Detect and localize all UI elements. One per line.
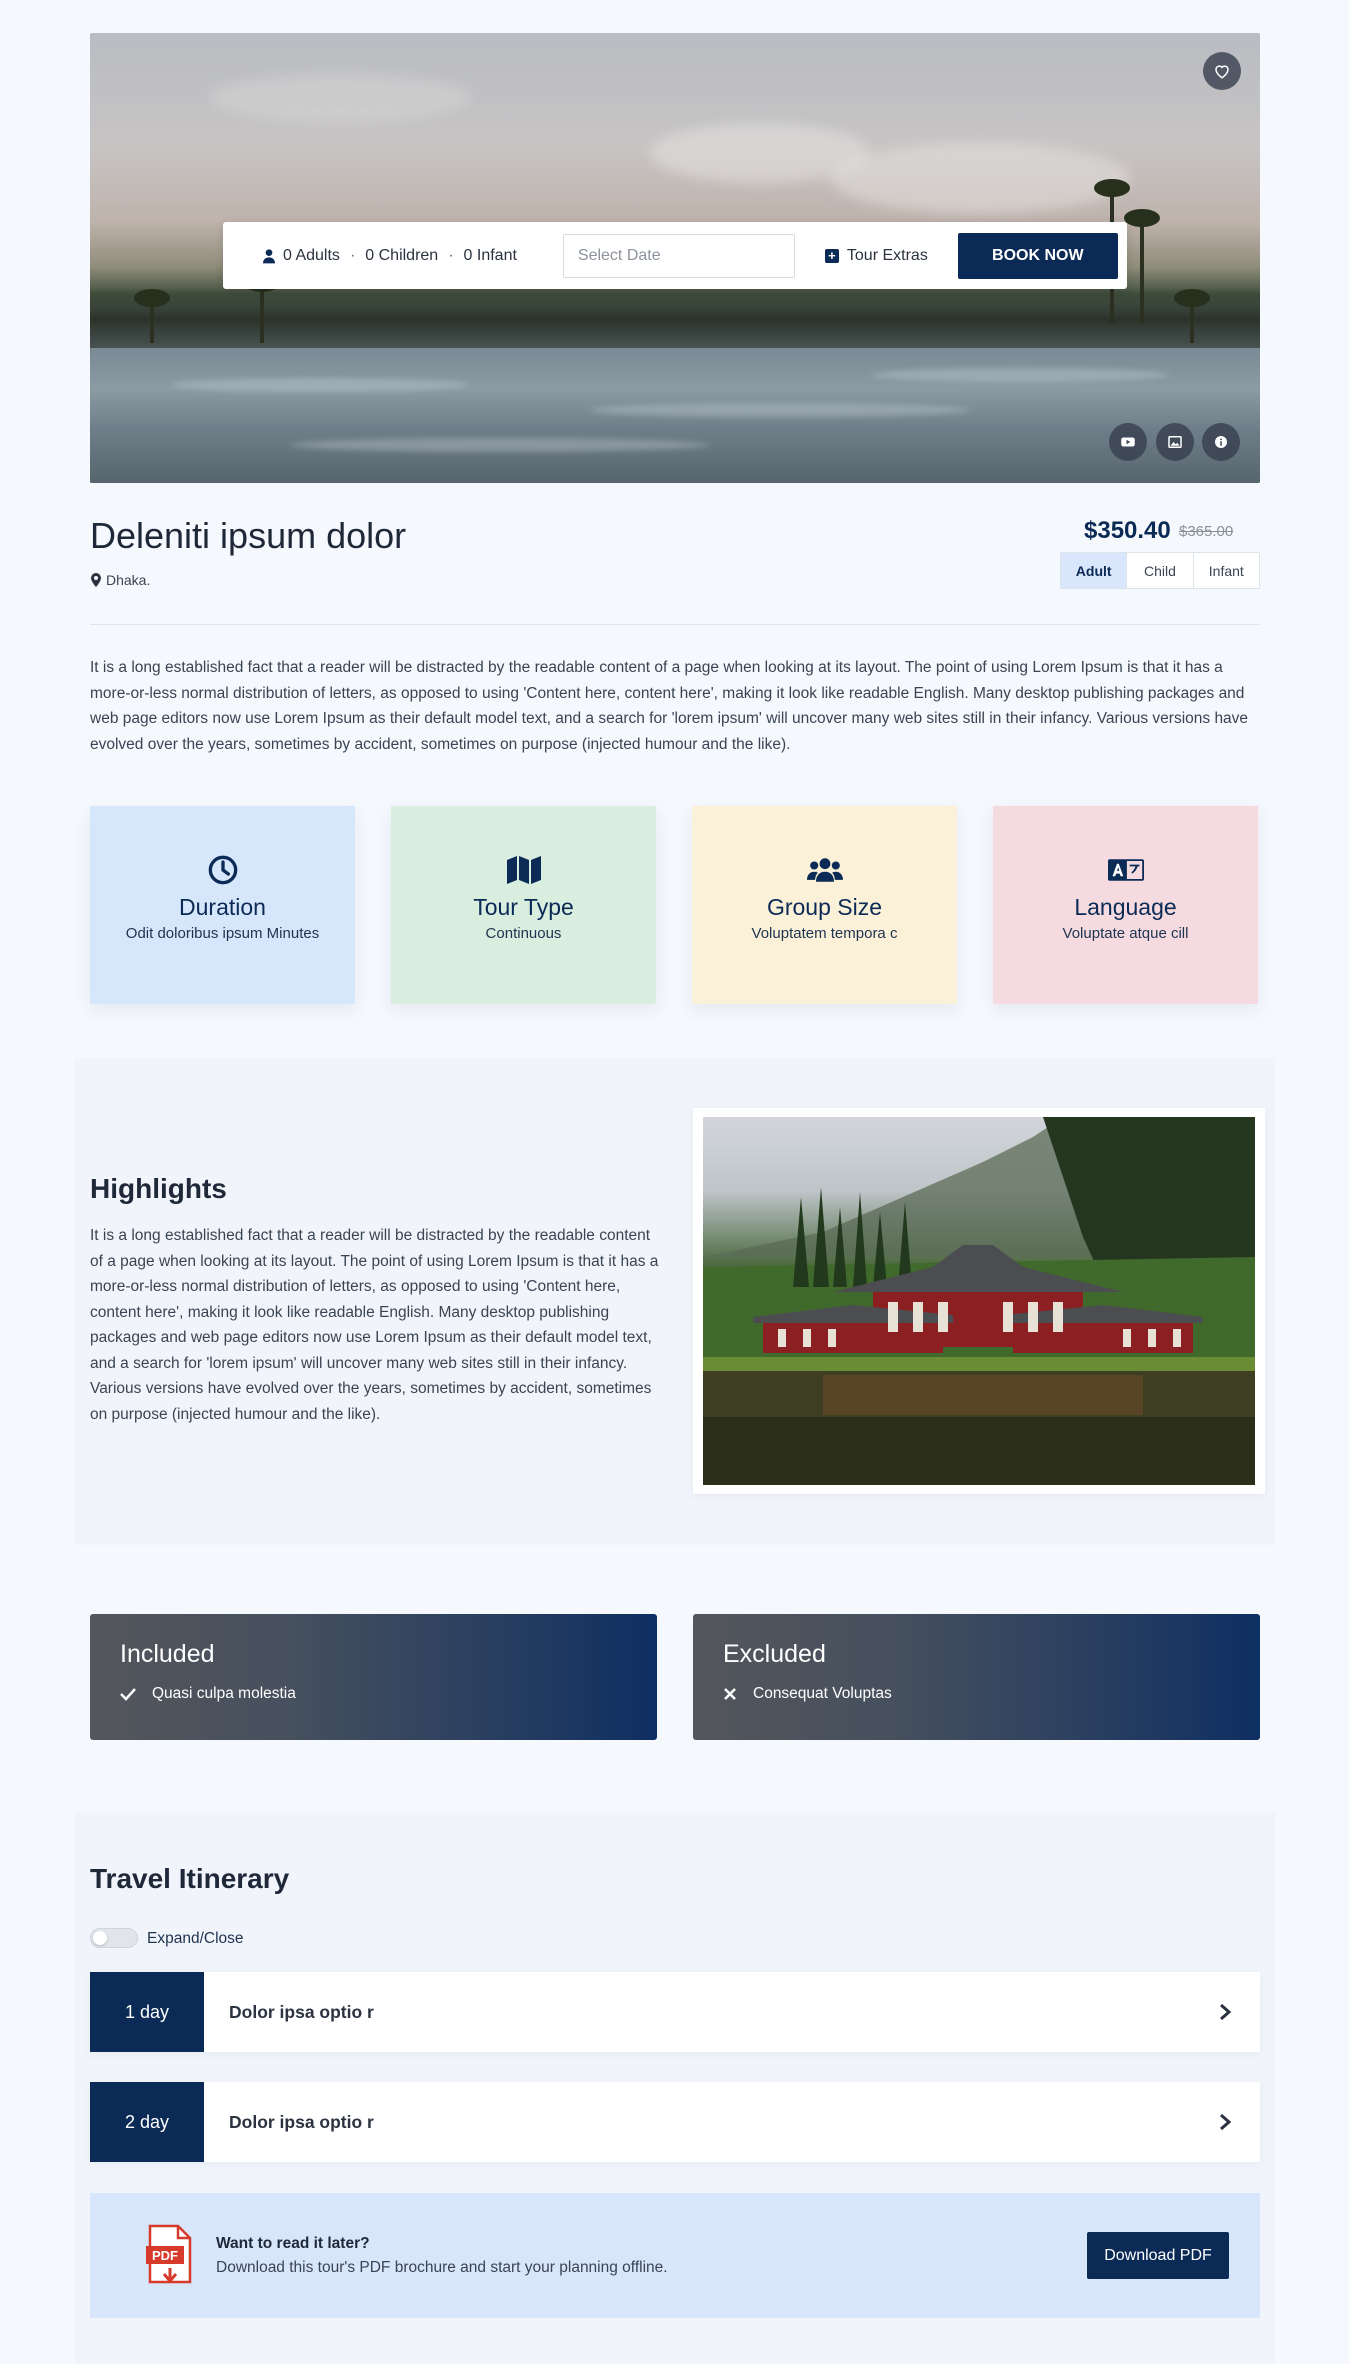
divider [90,624,1260,625]
plus-square-icon: + [824,248,839,263]
day-badge: 1 day [90,1972,204,2052]
separator: · [448,246,454,264]
date-input[interactable]: Select Date [562,233,795,278]
feature-title: Duration [179,894,266,920]
included-item-text: Quasi culpa molestia [152,1685,296,1702]
tour-price: $350.40 [1084,517,1171,544]
pdf-question: Want to read it later? [216,2234,370,2252]
youtube-icon [1121,437,1135,447]
included-title: Included [120,1640,215,1668]
hero-wave [290,438,710,452]
feature-value: Voluptate atque cill [1062,925,1189,942]
itinerary-day[interactable]: 1 day Dolor ipsa optio r [90,1972,1260,2052]
map-icon [506,856,541,884]
booking-bar: 0 Adults · 0 Children · 0 Infant Select … [223,222,1127,289]
day-title: Dolor ipsa optio r [229,2111,374,2132]
day-title: Dolor ipsa optio r [229,2001,374,2022]
feature-title: Tour Type [473,894,574,920]
pdf-banner: PDF Want to read it later? Download this… [90,2193,1260,2318]
language-icon [1107,859,1144,881]
video-button[interactable] [1109,423,1147,461]
tour-old-price: $365.00 [1179,523,1234,540]
highlights-title: Highlights [90,1173,227,1204]
svg-text:PDF: PDF [152,2248,178,2263]
hero-water [90,348,1260,483]
feature-title: Language [1074,894,1177,920]
expand-toggle[interactable] [90,1928,138,1948]
pdf-subtitle: Download this tour's PDF brochure and st… [216,2258,668,2276]
hero-palm [1124,209,1160,323]
tour-title: Deleniti ipsum dolor [90,515,407,556]
itinerary-day[interactable]: 2 day Dolor ipsa optio r [90,2082,1260,2162]
feature-value: Odit doloribus ipsum Minutes [125,925,320,942]
highlights-image-frame [693,1108,1265,1494]
guests-selector[interactable]: 0 Adults · 0 Children · 0 Infant [261,247,517,265]
download-pdf-button[interactable]: Download PDF [1087,2232,1229,2279]
included-item: Quasi culpa molestia [120,1685,627,1703]
x-icon [724,1688,736,1700]
heart-icon [1215,65,1229,79]
adults-count: 0 Adults [283,246,340,264]
hero-wave [870,368,1170,382]
itinerary-title: Travel Itinerary [90,1863,290,1894]
feature-value: Voluptatem tempora c [751,925,898,942]
day-badge: 2 day [90,2082,204,2162]
chevron-right-icon [1220,2113,1232,2131]
price-tab-infant[interactable]: Infant [1194,553,1259,588]
hero-palm [134,289,170,343]
highlights-image [703,1117,1255,1485]
price-tab-child[interactable]: Child [1127,553,1194,588]
feature-title: Group Size [766,894,883,920]
excluded-item: Consequat Voluptas [723,1685,1230,1703]
clock-icon [208,855,237,885]
check-icon [120,1688,136,1701]
hero-palm [1174,289,1210,343]
expand-toggle-label: Expand/Close [147,1930,244,1947]
gallery-icon [1168,436,1182,448]
hero-wave [170,378,470,392]
pdf-text: Want to read it later? Download this tou… [216,2235,668,2277]
favorite-button[interactable] [1203,52,1241,90]
feature-card-group-size: Group Size Voluptatem tempora c [692,806,957,1004]
location-text: Dhaka. [106,572,151,588]
infants-count: 0 Infant [463,246,517,264]
children-count: 0 Children [365,246,439,264]
tour-extras-label: Tour Extras [846,246,928,264]
users-icon [806,858,843,882]
separator: · [349,246,356,264]
included-card: Included Quasi culpa molestia [90,1614,657,1740]
feature-card-language: Language Voluptate atque cill [993,806,1258,1004]
feature-card-tour-type: Tour Type Continuous [391,806,656,1004]
info-button[interactable] [1202,423,1240,461]
highlights-text: It is a long established fact that a rea… [90,1227,659,1423]
price-tab-adult[interactable]: Adult [1061,553,1128,588]
excluded-item-text: Consequat Voluptas [753,1685,892,1702]
excluded-title: Excluded [723,1640,826,1668]
price-type-tabs: Adult Child Infant [1060,552,1260,589]
excluded-card: Excluded Consequat Voluptas [693,1614,1260,1740]
info-icon [1215,436,1227,448]
hero-wave [590,403,970,417]
map-pin-icon [91,573,101,587]
temple-illustration [703,1117,1255,1485]
hero-palm [244,274,280,343]
gallery-button[interactable] [1156,423,1194,461]
tour-extras-button[interactable]: + Tour Extras [824,246,928,265]
hero-cloud [210,73,470,123]
hero-cloud [830,143,1130,213]
pdf-icon: PDF [146,2224,192,2283]
chevron-right-icon [1220,2003,1232,2021]
tour-location: Dhaka. [90,572,150,588]
tour-description: It is a long established fact that a rea… [90,659,1249,753]
feature-card-duration: Duration Odit doloribus ipsum Minutes [90,806,355,1004]
feature-value: Continuous [485,925,562,942]
book-now-button[interactable]: BOOK NOW [957,232,1118,279]
user-icon [263,248,275,263]
